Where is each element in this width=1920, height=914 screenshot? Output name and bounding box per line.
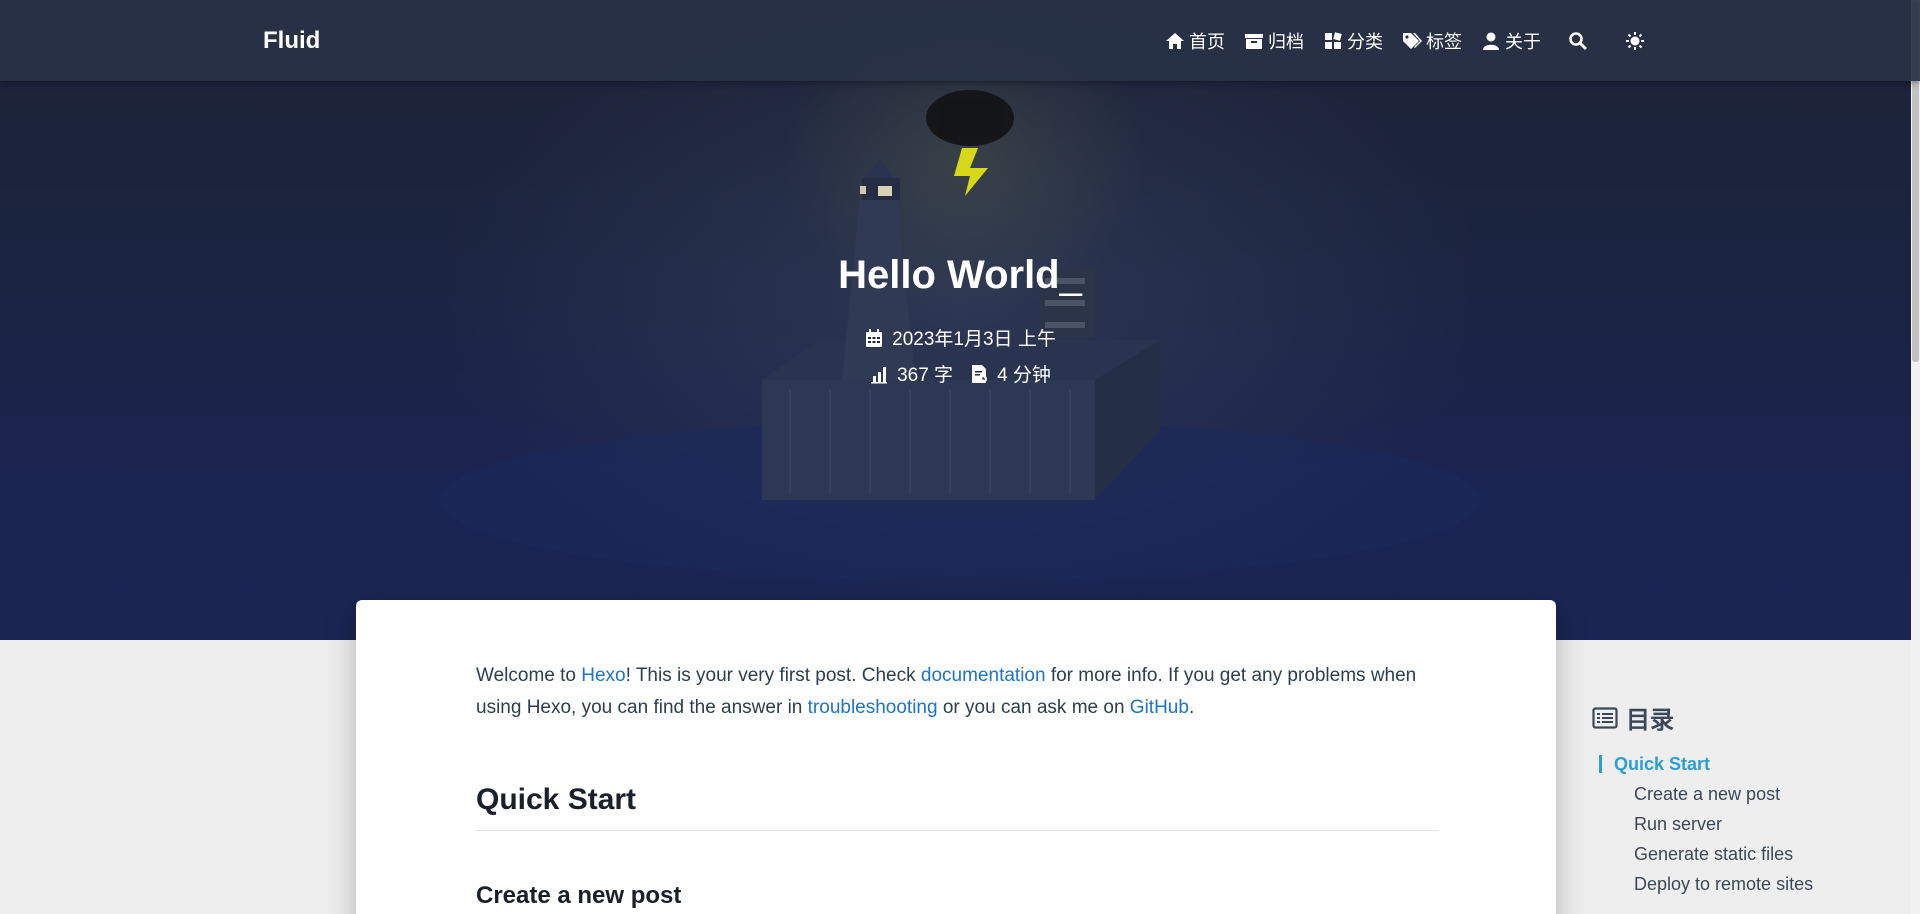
tags-icon: [1403, 33, 1422, 49]
word-count: 367 字: [897, 365, 954, 386]
nav-item-tags[interactable]: 标签: [1402, 28, 1462, 54]
hexo-link[interactable]: Hexo: [581, 665, 625, 686]
nav-item-label: 关于: [1505, 32, 1541, 52]
toc-title-text: 目录: [1626, 707, 1674, 734]
post-date-line: 2023年1月3日 上午: [0, 324, 1920, 351]
github-link[interactable]: GitHub: [1130, 697, 1189, 718]
toc-title: 目录: [1592, 700, 1892, 735]
post-title: Hello World_: [0, 253, 1920, 298]
nav-item-label: 标签: [1426, 32, 1462, 52]
typing-cursor: _: [1059, 253, 1082, 297]
troubleshooting-link[interactable]: troubleshooting: [808, 697, 938, 718]
list-icon: [1592, 706, 1618, 729]
toc-item-create-new-post[interactable]: Create a new post: [1592, 779, 1892, 809]
intro-text: ! This is your very first post. Check: [625, 665, 921, 686]
top-navbar: Fluid 首页 归档 分类 标签 关于: [0, 0, 1920, 81]
nav-menu: 首页 归档 分类 标签 关于: [1165, 28, 1674, 54]
calendar-icon: [866, 328, 883, 347]
toc-item-generate-static-files[interactable]: Generate static files: [1592, 839, 1892, 869]
toc-list: Quick Start Create a new post Run server…: [1592, 749, 1892, 899]
nav-item-label: 分类: [1347, 32, 1383, 52]
heading-divider: [476, 830, 1438, 831]
search-icon: [1569, 32, 1588, 51]
home-icon: [1166, 33, 1184, 49]
intro-text: .: [1188, 697, 1195, 718]
read-time: 4 分钟: [997, 365, 1051, 386]
page-scrollbar[interactable]: [1911, 0, 1920, 914]
post-stats-line: 367 字 4 分钟: [0, 360, 1920, 387]
intro-text: or you can ask me on: [937, 697, 1130, 718]
nav-item-archive[interactable]: 归档: [1244, 28, 1304, 54]
hero-banner: [0, 0, 1920, 640]
post-title-text: Hello World: [838, 253, 1060, 297]
theme-toggle-button[interactable]: [1625, 31, 1645, 51]
documentation-link[interactable]: documentation: [921, 665, 1046, 686]
heading-create-new-post: Create a new post: [476, 882, 682, 909]
toc-item-quick-start[interactable]: Quick Start: [1592, 749, 1892, 779]
user-icon: [1483, 32, 1499, 50]
toc-item-run-server[interactable]: Run server: [1592, 809, 1892, 839]
clock-document-icon: [972, 364, 988, 383]
nav-item-category[interactable]: 分类: [1323, 28, 1383, 54]
post-card: Welcome to Hexo! This is your very first…: [356, 600, 1556, 914]
nav-item-label: 归档: [1268, 32, 1304, 52]
chart-icon: [871, 366, 888, 383]
site-brand[interactable]: Fluid: [263, 27, 320, 55]
toc-item-deploy-remote-sites[interactable]: Deploy to remote sites: [1592, 869, 1892, 899]
nav-item-label: 首页: [1189, 32, 1225, 52]
table-of-contents: 目录 Quick Start Create a new post Run ser…: [1592, 700, 1892, 899]
post-date: 2023年1月3日 上午: [892, 329, 1056, 350]
category-icon: [1325, 32, 1342, 49]
nav-item-home[interactable]: 首页: [1165, 28, 1225, 54]
heading-quick-start: Quick Start: [476, 783, 637, 816]
sun-icon: [1626, 32, 1644, 50]
nav-item-about[interactable]: 关于: [1481, 28, 1541, 54]
lighthouse-scene-image: [440, 90, 1480, 580]
intro-text: Welcome to: [476, 665, 582, 686]
search-button[interactable]: [1568, 31, 1588, 51]
post-intro-paragraph: Welcome to Hexo! This is your very first…: [476, 660, 1456, 724]
archive-icon: [1245, 34, 1263, 49]
